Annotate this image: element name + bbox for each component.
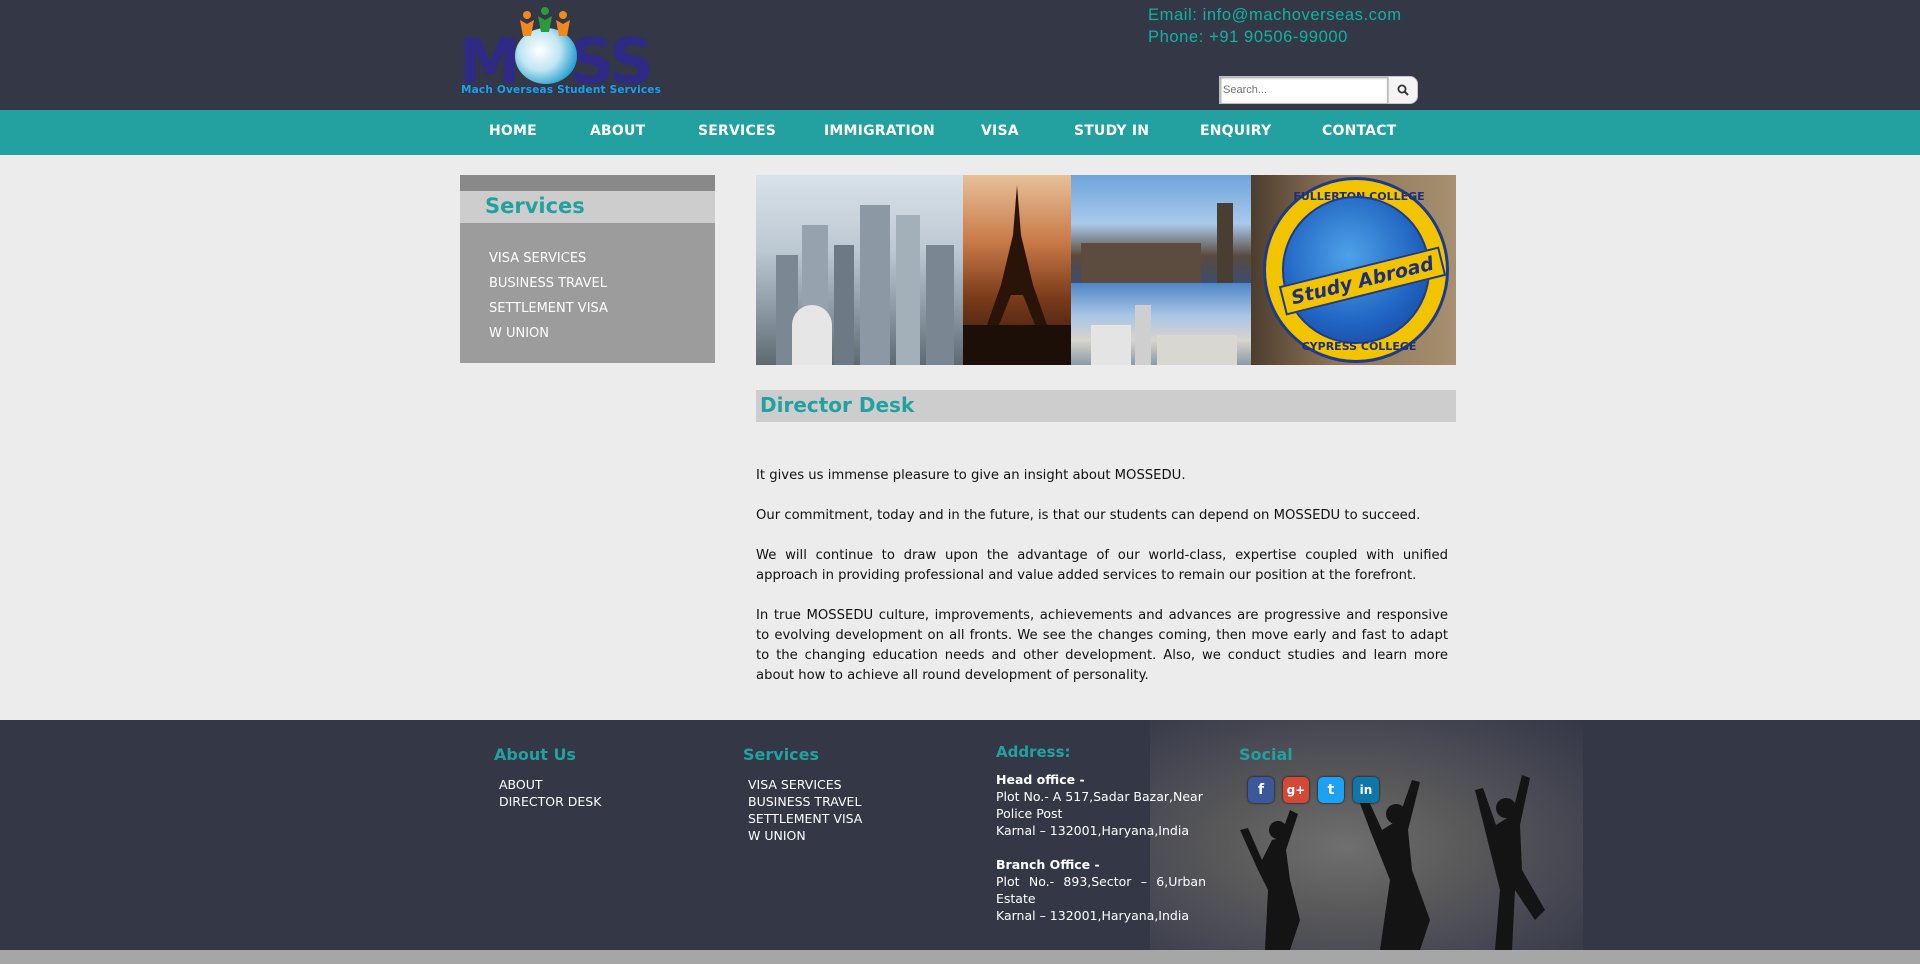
sidebar-links: VISA SERVICES BUSINESS TRAVEL SETTLEMENT… [489,246,608,346]
nav-home[interactable]: HOME [489,110,537,155]
footer-services-heading: Services [743,745,820,764]
footer-social-column: Social [1239,745,1293,764]
footer-link-w-union[interactable]: W UNION [748,827,862,844]
footer-link-director-desk[interactable]: DIRECTOR DESK [499,793,601,810]
sidebar-title: Services [485,194,585,218]
content-paragraph: We will continue to draw upon the advant… [756,548,1448,583]
monument-park-image [1071,283,1251,365]
branch-office-line2: Karnal – 132001,Haryana,India [996,908,1189,923]
branch-office-address: Branch Office - Plot No.- 893,Sector – 6… [996,856,1206,924]
nav-contact[interactable]: CONTACT [1322,110,1396,155]
site-footer [0,720,1920,950]
footer-about-heading: About Us [494,745,576,764]
main-nav: HOME ABOUT SERVICES IMMIGRATION VISA STU… [0,110,1920,155]
footer-link-about[interactable]: ABOUT [499,776,601,793]
google-plus-icon[interactable]: g+ [1283,777,1309,803]
page-title-bar: Director Desk [756,390,1456,422]
sidebar-item-w-union[interactable]: W UNION [489,321,608,346]
contact-phone[interactable]: Phone: +91 90506-99000 [1148,26,1402,48]
nav-immigration[interactable]: IMMIGRATION [824,110,935,155]
head-office-line1: Plot No.- A 517,Sadar Bazar,Near Police … [996,789,1203,821]
search-button[interactable] [1388,76,1418,104]
nav-about[interactable]: ABOUT [590,110,645,155]
page-title: Director Desk [760,393,915,417]
contact-email[interactable]: Email: info@machoverseas.com [1148,4,1402,26]
footer-address-column: Address: Head office - Plot No.- A 517,S… [996,743,1206,924]
footer-about-column: About Us ABOUT DIRECTOR DESK [494,745,601,810]
content-paragraph: It gives us immense pleasure to give an … [756,468,1186,483]
contact-info: Email: info@machoverseas.com Phone: +91 … [1148,4,1402,48]
logo-subtext: Mach Overseas Student Services [461,84,662,96]
footer-link-business-travel[interactable]: BUSINESS TRAVEL [748,793,862,810]
footer-social-heading: Social [1239,745,1293,764]
head-office-label: Head office - [996,772,1085,787]
sidebar-item-business-travel[interactable]: BUSINESS TRAVEL [489,271,608,296]
badge-bottom-text: CYPRESS COLLEGE [1301,340,1417,353]
head-office-line2: Karnal – 132001,Haryana,India [996,823,1189,838]
singapore-skyline-image [756,175,963,365]
footer-link-settlement-visa[interactable]: SETTLEMENT VISA [748,810,862,827]
sidebar-item-settlement-visa[interactable]: SETTLEMENT VISA [489,296,608,321]
footer-services-column: Services VISA SERVICES BUSINESS TRAVEL S… [743,745,862,844]
footer-bottom-strip [0,950,1920,964]
sidebar-top-strip [460,175,715,191]
sidebar-title-bar: Services [460,191,715,223]
sidebar-item-visa-services[interactable]: VISA SERVICES [489,246,608,271]
branch-office-label: Branch Office - [996,857,1100,872]
nav-services[interactable]: SERVICES [698,110,776,155]
study-abroad-badge: FULLERTON COLLEGE Study Abroad CYPRESS C… [1263,177,1449,363]
content-paragraph: In true MOSSEDU culture, improvements, a… [756,608,1448,683]
person-icon [538,7,552,32]
person-icon [520,11,534,36]
site-logo[interactable]: MOSS Mach Overseas Student Services [459,7,669,100]
head-office-address: Head office - Plot No.- A 517,Sadar Baza… [996,771,1206,839]
nav-study-in[interactable]: STUDY IN [1074,110,1149,155]
search-icon [1397,84,1409,96]
london-parliament-image [1071,175,1251,283]
twitter-icon[interactable]: t [1318,777,1344,803]
services-sidebar: Services VISA SERVICES BUSINESS TRAVEL S… [460,175,715,363]
search-input[interactable] [1219,76,1388,104]
branch-office-line1: Plot No.- 893,Sector – 6,Urban Estate [996,874,1206,906]
footer-link-visa-services[interactable]: VISA SERVICES [748,776,862,793]
site-header: MOSS Mach Overseas Student Services Emai… [0,0,1920,110]
footer-address-heading: Address: [996,743,1071,761]
linkedin-icon[interactable]: in [1353,777,1379,803]
content-paragraph: Our commitment, today and in the future,… [756,508,1421,523]
page-content: It gives us immense pleasure to give an … [756,466,1448,706]
footer-silhouette-image [1150,720,1583,950]
nav-enquiry[interactable]: ENQUIRY [1200,110,1271,155]
banner-collage: FULLERTON COLLEGE Study Abroad CYPRESS C… [756,175,1456,365]
eiffel-tower-image [963,175,1071,365]
facebook-icon[interactable]: f [1248,777,1274,803]
person-icon [556,11,570,36]
nav-visa[interactable]: VISA [981,110,1019,155]
